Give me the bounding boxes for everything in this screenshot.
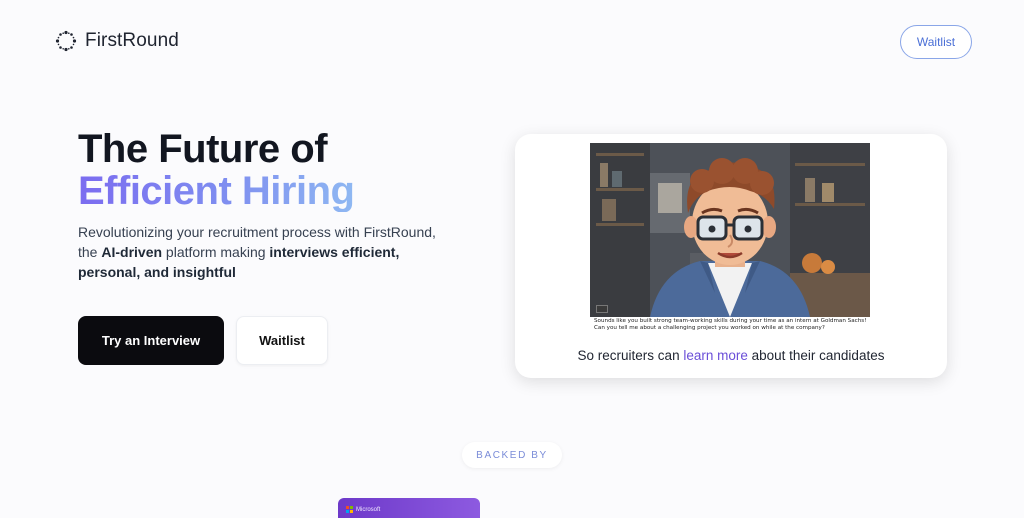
- video-quality-icon: [596, 305, 608, 313]
- hero-title: The Future of Efficient Hiring: [78, 127, 355, 213]
- hero-desc-text-2: platform making: [162, 244, 270, 260]
- investor-logo: Microsoft: [346, 506, 380, 513]
- investor-name: Microsoft: [356, 506, 381, 513]
- interview-video[interactable]: [590, 143, 870, 317]
- hero-waitlist-button[interactable]: Waitlist: [236, 316, 328, 365]
- tagline-text-2: about their candidates: [747, 348, 885, 363]
- tagline-highlight: learn more: [683, 348, 748, 363]
- hero-desc-bold-1: AI-driven: [101, 244, 163, 260]
- hero-title-line1: The Future of: [78, 127, 328, 171]
- hero-title-line2: Efficient Hiring: [78, 169, 355, 213]
- brand-logo[interactable]: FirstRound: [55, 30, 179, 52]
- demo-tagline: So recruiters can learn more about their…: [515, 348, 947, 363]
- brand-name: FirstRound: [85, 30, 179, 51]
- header-waitlist-button[interactable]: Waitlist: [900, 25, 972, 59]
- logo-dots-icon: [55, 30, 77, 52]
- hero-description: Revolutionizing your recruitment process…: [78, 222, 458, 282]
- microsoft-logo-icon: [346, 506, 353, 513]
- interview-caption: Sounds like you built strong team-workin…: [594, 318, 867, 331]
- demo-card: Sounds like you built strong team-workin…: [515, 134, 947, 378]
- investor-card-microsoft: Microsoft: [338, 498, 480, 518]
- tagline-text-1: So recruiters can: [577, 348, 684, 363]
- backed-by-label: BACKED BY: [462, 442, 562, 468]
- try-interview-button[interactable]: Try an Interview: [78, 316, 224, 365]
- avatar-interviewer-image: [590, 143, 870, 317]
